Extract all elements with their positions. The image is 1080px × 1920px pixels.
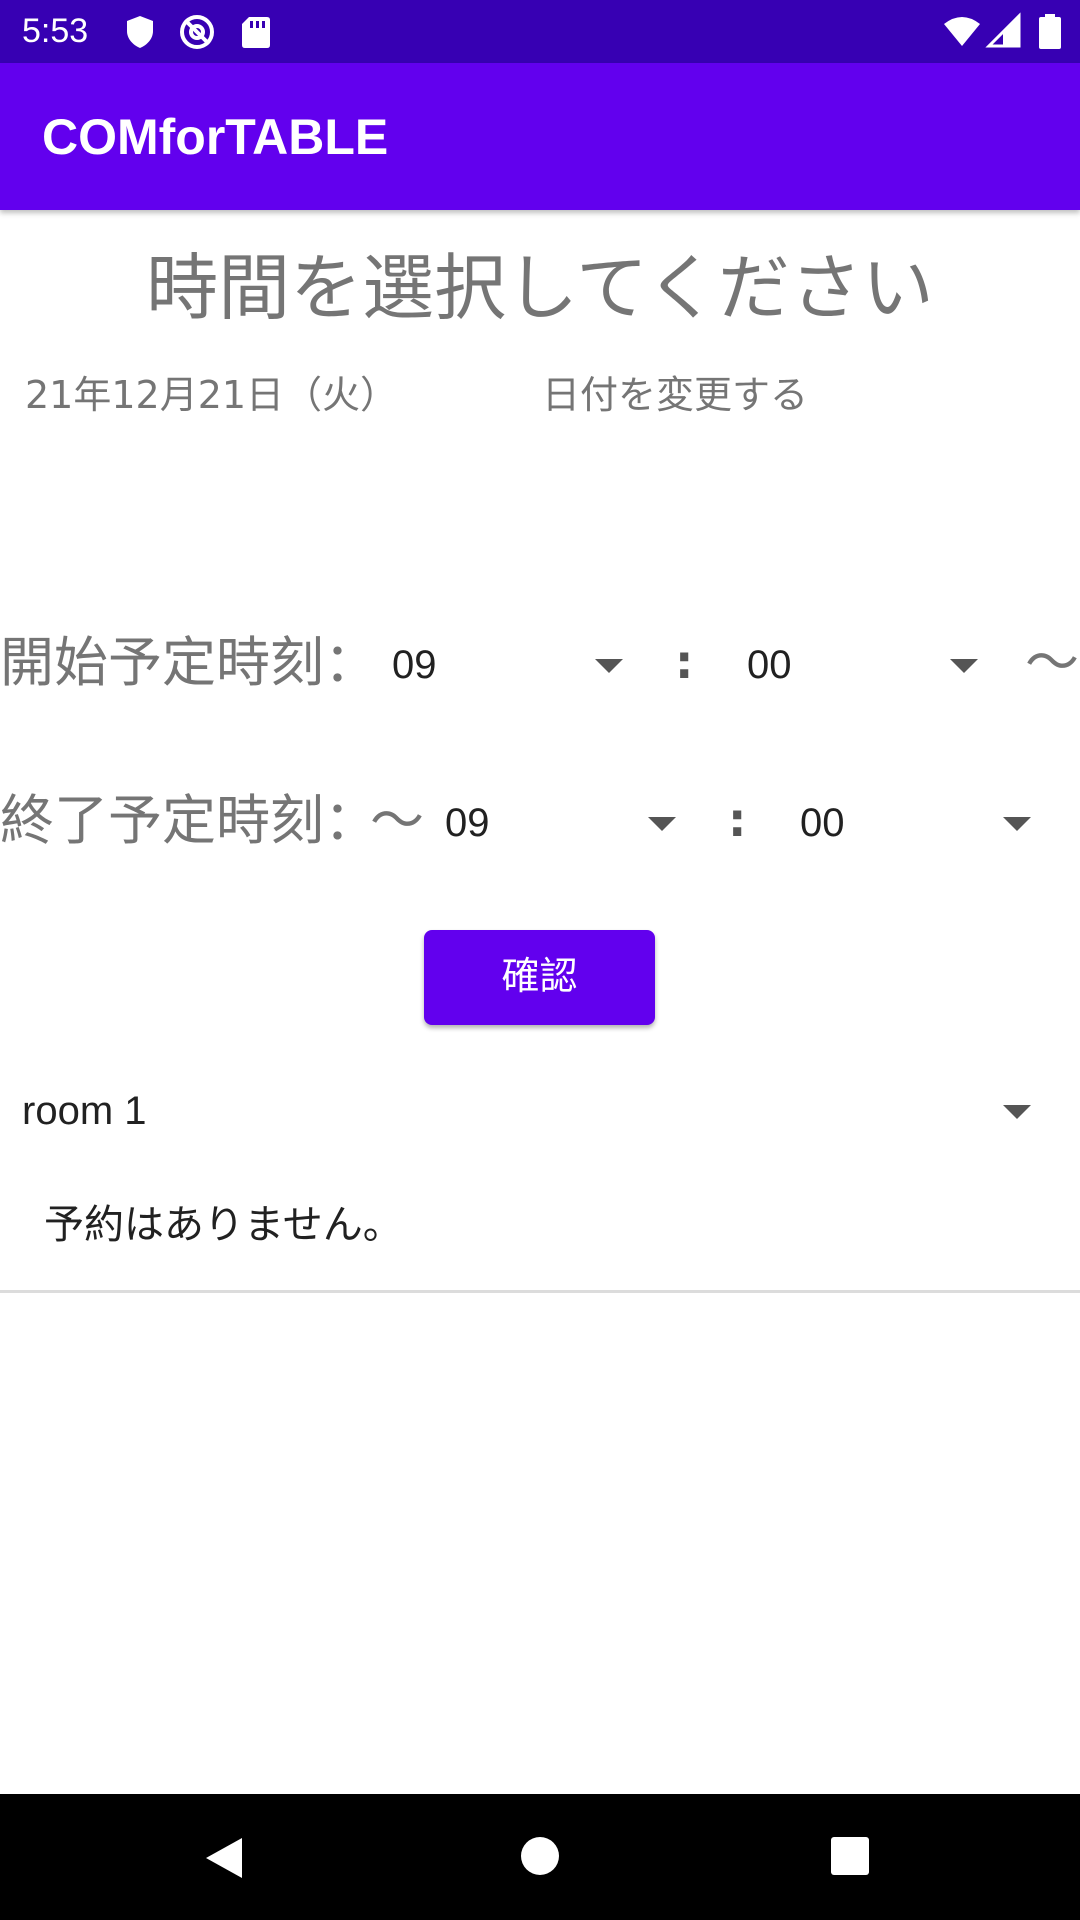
selected-date: 21年12月21日（火） — [25, 373, 399, 417]
confirm-button[interactable]: 確認 — [424, 930, 655, 1025]
recents-icon[interactable] — [830, 1836, 870, 1876]
end-colon: : — [728, 793, 747, 847]
start-time-label: 開始予定時刻： — [0, 631, 378, 694]
app-title: COMforTABLE — [42, 109, 389, 165]
end-tilde: 〜 — [370, 789, 424, 852]
chevron-down-icon — [648, 817, 676, 831]
home-icon[interactable] — [518, 1834, 562, 1878]
status-time: 5:53 — [22, 12, 89, 50]
page-title: 時間を選択してください — [146, 246, 934, 330]
start-hour-value: 09 — [392, 643, 437, 687]
no-data-icon — [180, 15, 214, 49]
end-hour-value: 09 — [445, 801, 490, 845]
status-bar: 5:53 — [0, 0, 1080, 63]
end-time-label: 終了予定時刻： — [0, 789, 378, 852]
divider — [0, 1290, 1080, 1293]
chevron-down-icon — [1003, 1105, 1031, 1119]
start-hour-spinner[interactable]: 09 — [380, 635, 645, 695]
chevron-down-icon — [595, 659, 623, 673]
chevron-down-icon — [1003, 817, 1031, 831]
start-minute-spinner[interactable]: 00 — [735, 635, 1000, 695]
room-spinner[interactable]: room 1 — [0, 1080, 1060, 1146]
wifi-icon — [944, 17, 980, 46]
signal-icon — [985, 12, 1021, 48]
start-minute-value: 00 — [747, 643, 792, 687]
battery-icon — [1039, 14, 1061, 49]
room-value: room 1 — [22, 1089, 147, 1133]
change-date-link[interactable]: 日付を変更する — [542, 370, 808, 420]
app-bar: COMforTABLE — [0, 63, 1080, 210]
end-minute-value: 00 — [800, 801, 845, 845]
start-tilde: 〜 — [1025, 631, 1079, 694]
navigation-bar — [0, 1794, 1080, 1920]
back-icon[interactable] — [202, 1834, 246, 1882]
end-hour-spinner[interactable]: 09 — [433, 793, 698, 853]
start-colon: : — [675, 635, 694, 689]
end-minute-spinner[interactable]: 00 — [788, 793, 1053, 853]
chevron-down-icon — [950, 659, 978, 673]
shield-icon — [127, 16, 153, 48]
sd-card-icon — [242, 17, 270, 48]
no-reservations-message: 予約はありません。 — [44, 1202, 403, 1248]
